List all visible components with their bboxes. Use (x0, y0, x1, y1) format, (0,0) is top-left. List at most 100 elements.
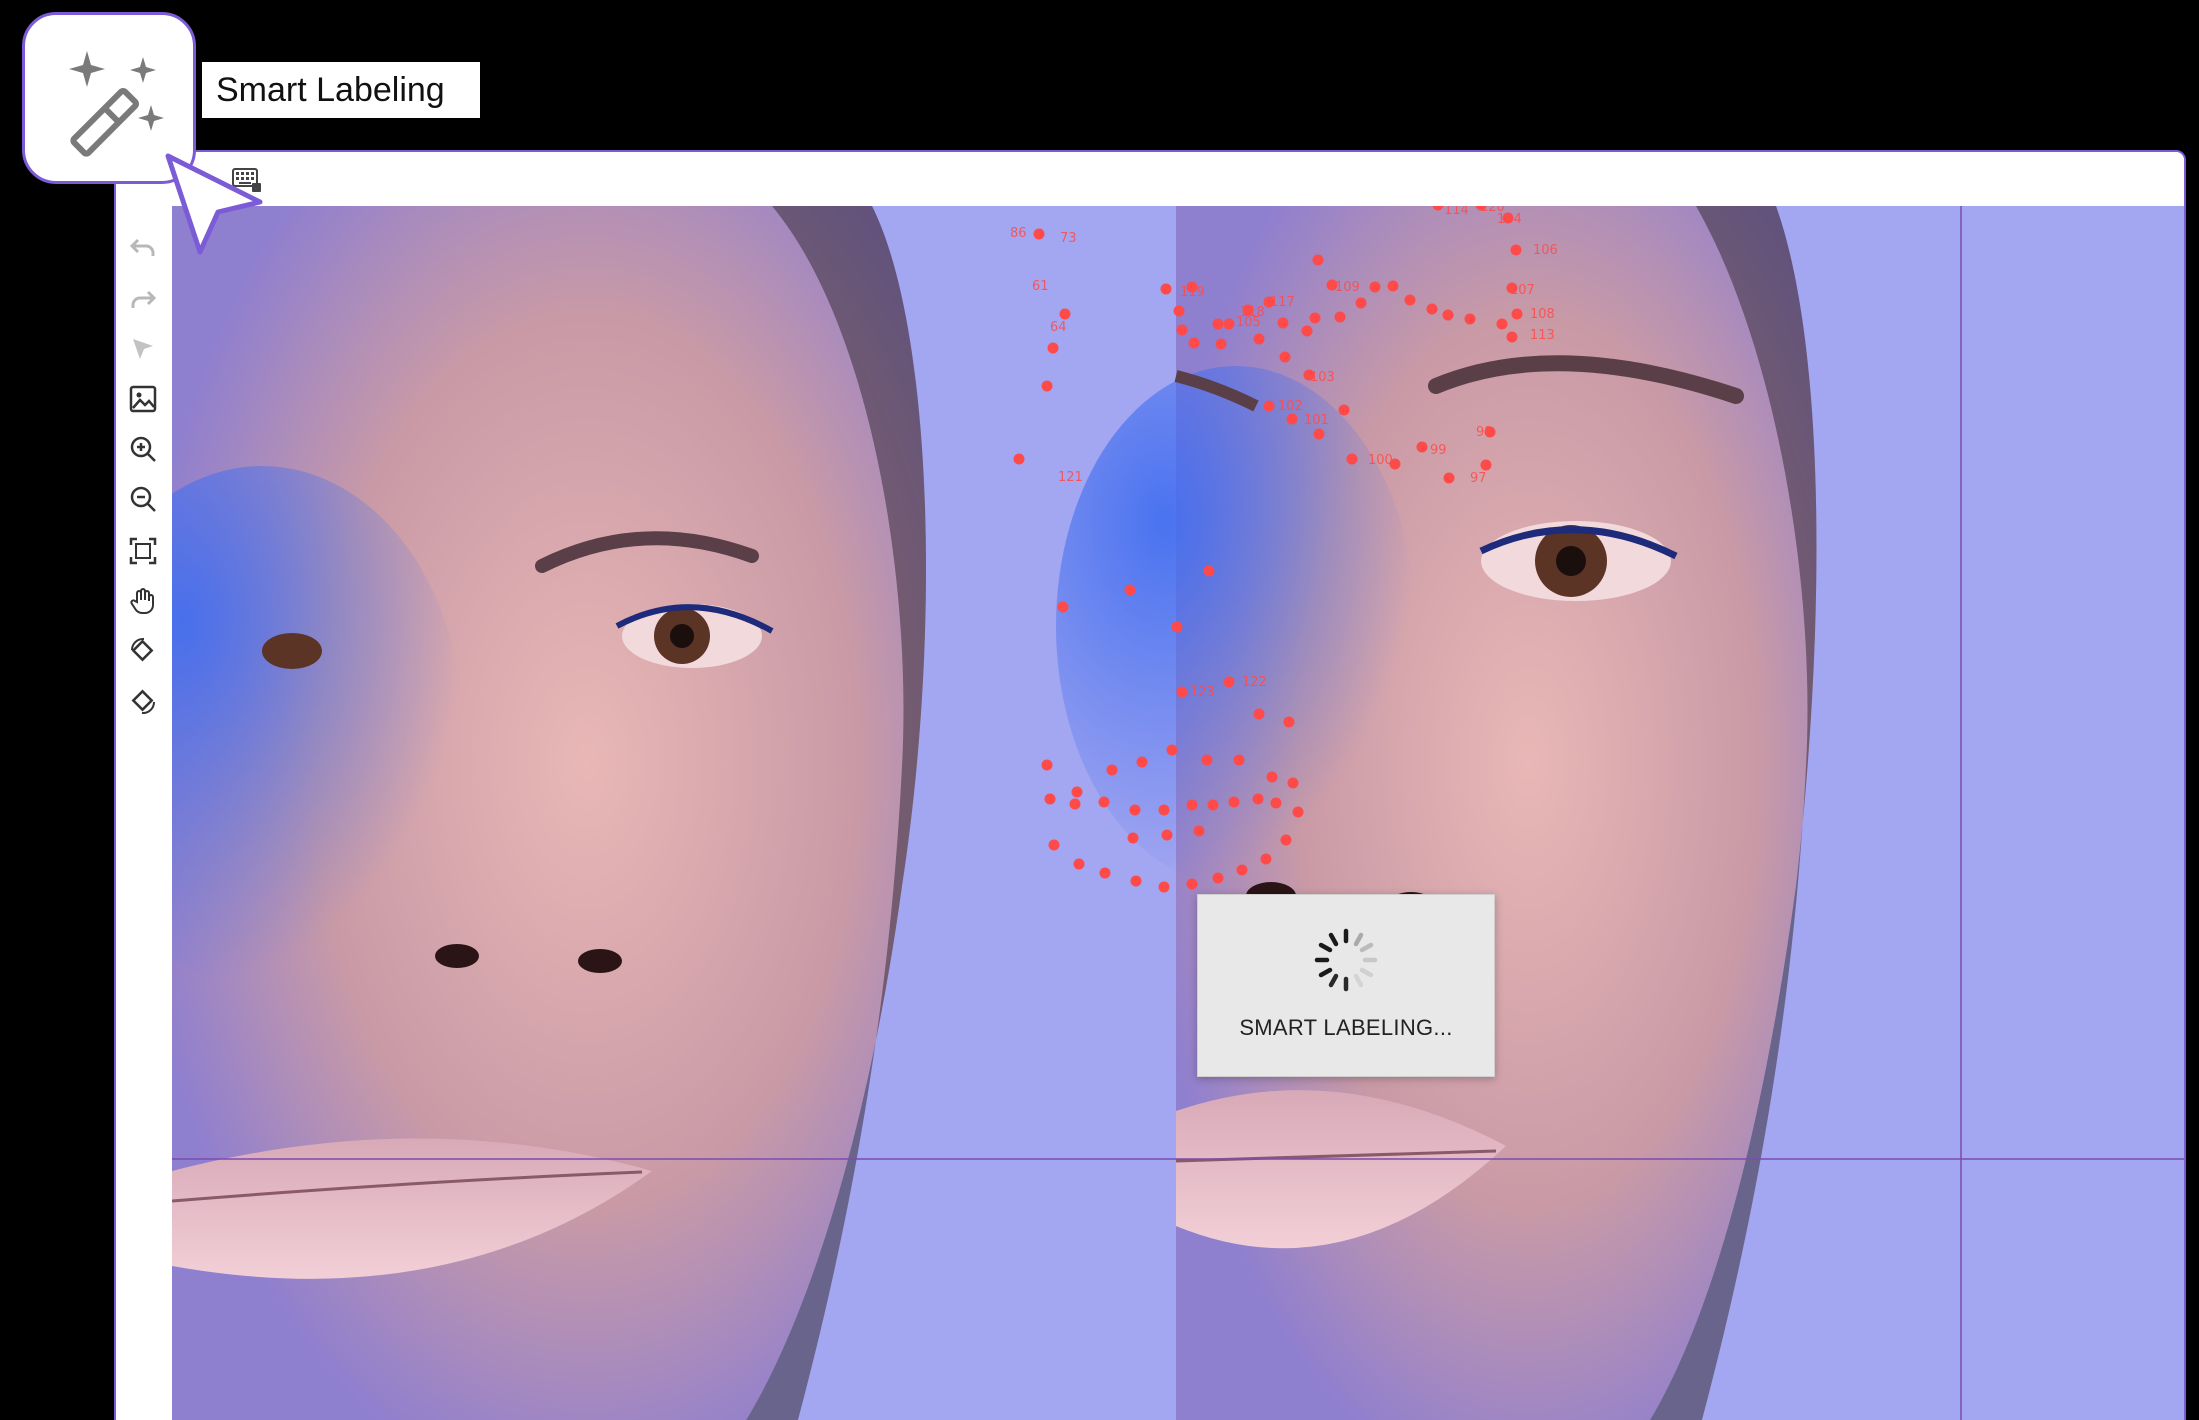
keypoint-marker[interactable] (1301, 325, 1313, 337)
rotate-left-icon[interactable] (126, 634, 160, 668)
keypoint-marker[interactable] (1292, 806, 1304, 818)
keypoint-marker[interactable] (1059, 308, 1071, 320)
keypoint-marker[interactable] (1355, 297, 1367, 309)
keypoint-marker[interactable] (1041, 380, 1053, 392)
keypoint-label: 98 (1476, 425, 1493, 440)
keypoint-marker[interactable] (1069, 798, 1081, 810)
keypoint-marker[interactable] (1263, 400, 1275, 412)
keypoint-marker[interactable] (1510, 244, 1522, 256)
keypoint-marker[interactable] (1233, 754, 1245, 766)
keypoint-marker[interactable] (1212, 872, 1224, 884)
keypoint-marker[interactable] (1223, 676, 1235, 688)
keypoint-marker[interactable] (1286, 413, 1298, 425)
keypoint-marker[interactable] (1176, 686, 1188, 698)
keypoint-marker[interactable] (1283, 716, 1295, 728)
keypoint-marker[interactable] (1496, 318, 1508, 330)
hand-pan-icon[interactable] (126, 584, 160, 618)
keypoint-marker[interactable] (1161, 829, 1173, 841)
keypoint-marker[interactable] (1426, 303, 1438, 315)
keypoint-marker[interactable] (1033, 228, 1045, 240)
keypoint-label: 101 (1304, 413, 1329, 428)
keypoint-marker[interactable] (1442, 309, 1454, 321)
keypoint-marker[interactable] (1253, 333, 1265, 345)
keypoint-marker[interactable] (1047, 342, 1059, 354)
keypoint-marker[interactable] (1212, 318, 1224, 330)
keypoint-marker[interactable] (1186, 878, 1198, 890)
keypoint-marker[interactable] (1464, 313, 1476, 325)
keypoint-marker[interactable] (1048, 839, 1060, 851)
image-canvas[interactable]: 7273119105646186121122123979899100101102… (172, 206, 2184, 1420)
fit-screen-icon[interactable] (126, 534, 160, 568)
keypoint-marker[interactable] (1160, 283, 1172, 295)
keypoint-marker[interactable] (1253, 708, 1265, 720)
keypoint-marker[interactable] (1173, 305, 1185, 317)
mouse-cursor-icon (165, 153, 263, 255)
keypoint-marker[interactable] (1338, 404, 1350, 416)
keypoint-marker[interactable] (1223, 318, 1235, 330)
keypoint-marker[interactable] (1098, 796, 1110, 808)
keypoint-marker[interactable] (1511, 308, 1523, 320)
keypoint-marker[interactable] (1287, 777, 1299, 789)
keypoint-marker[interactable] (1312, 254, 1324, 266)
keypoint-marker[interactable] (1346, 453, 1358, 465)
keypoint-marker[interactable] (1057, 601, 1069, 613)
image-icon[interactable] (126, 382, 160, 416)
keypoint-marker[interactable] (1041, 759, 1053, 771)
keypoint-marker[interactable] (1334, 311, 1346, 323)
redo-icon[interactable] (126, 282, 160, 316)
keypoint-label: 120 (1480, 206, 1505, 215)
keypoint-marker[interactable] (1171, 621, 1183, 633)
keypoint-marker[interactable] (1106, 764, 1118, 776)
left-toolbar (116, 206, 172, 1420)
keypoint-marker[interactable] (1266, 771, 1278, 783)
keypoint-marker[interactable] (1158, 881, 1170, 893)
keypoint-marker[interactable] (1013, 453, 1025, 465)
keypoint-marker[interactable] (1193, 825, 1205, 837)
zoom-out-icon[interactable] (126, 482, 160, 516)
keypoint-marker[interactable] (1073, 858, 1085, 870)
zoom-in-icon[interactable] (126, 432, 160, 466)
keypoint-marker[interactable] (1387, 280, 1399, 292)
app-stage: 7273119105646186121122123979899100101102… (0, 0, 2199, 1420)
keypoint-marker[interactable] (1228, 796, 1240, 808)
keypoint-marker[interactable] (1158, 804, 1170, 816)
keypoint-marker[interactable] (1252, 793, 1264, 805)
keypoint-marker[interactable] (1309, 312, 1321, 324)
keypoint-marker[interactable] (1129, 804, 1141, 816)
keypoint-label: 117 (1270, 295, 1295, 310)
keypoint-marker[interactable] (1130, 875, 1142, 887)
keypoint-marker[interactable] (1207, 799, 1219, 811)
keypoint-marker[interactable] (1443, 472, 1455, 484)
keypoint-marker[interactable] (1071, 786, 1083, 798)
keypoint-marker[interactable] (1166, 744, 1178, 756)
keypoint-marker[interactable] (1270, 797, 1282, 809)
keypoint-marker[interactable] (1280, 834, 1292, 846)
keypoint-marker[interactable] (1124, 584, 1136, 596)
keypoint-marker[interactable] (1416, 441, 1428, 453)
keypoint-marker[interactable] (1506, 331, 1518, 343)
keypoint-marker[interactable] (1480, 459, 1492, 471)
keypoint-marker[interactable] (1099, 867, 1111, 879)
keypoint-marker[interactable] (1044, 793, 1056, 805)
select-arrow-icon[interactable] (126, 332, 160, 366)
keypoint-marker[interactable] (1136, 756, 1148, 768)
keypoint-marker[interactable] (1260, 853, 1272, 865)
keypoint-marker[interactable] (1203, 565, 1215, 577)
keypoint-label: 64 (1050, 320, 1067, 335)
keypoint-marker[interactable] (1404, 294, 1416, 306)
keypoint-marker[interactable] (1186, 799, 1198, 811)
keypoint-marker[interactable] (1176, 324, 1188, 336)
keypoint-label: 97 (1470, 471, 1487, 486)
keypoint-marker[interactable] (1279, 351, 1291, 363)
keypoint-marker[interactable] (1236, 864, 1248, 876)
keypoint-marker[interactable] (1277, 317, 1289, 329)
keypoint-marker[interactable] (1188, 337, 1200, 349)
keypoint-marker[interactable] (1215, 338, 1227, 350)
keypoint-marker[interactable] (1369, 281, 1381, 293)
smart-labeling-tooltip: Smart Labeling (202, 62, 480, 118)
keypoint-marker[interactable] (1127, 832, 1139, 844)
keypoint-marker[interactable] (1313, 428, 1325, 440)
keypoint-marker[interactable] (1201, 754, 1213, 766)
undo-icon[interactable] (126, 230, 160, 264)
rotate-right-icon[interactable] (126, 684, 160, 718)
